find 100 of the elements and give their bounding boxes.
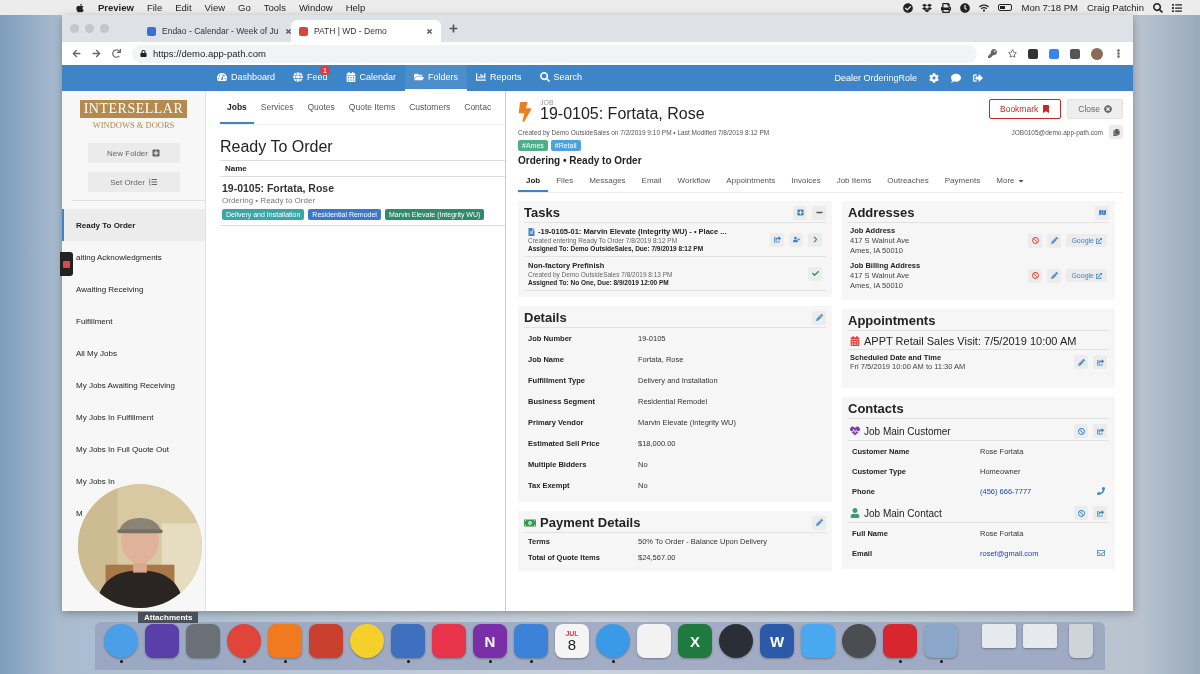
apple-icon[interactable] — [75, 2, 85, 13]
menu-item[interactable]: View — [204, 2, 226, 13]
sidebar-button[interactable]: New Folder — [87, 143, 180, 163]
folder-item[interactable]: My Jobs In Full Quote Out — [76, 444, 169, 454]
battery-icon[interactable] — [998, 4, 1013, 11]
user-name[interactable]: Craig Patchin — [1086, 2, 1144, 13]
address-field[interactable]: https://demo.app-path.com — [132, 44, 977, 63]
tab[interactable]: Jobs — [220, 91, 254, 124]
clock-text[interactable]: Mon 7:18 PM — [1021, 2, 1078, 13]
plus-icon[interactable] — [449, 24, 458, 33]
list-icon[interactable] — [1172, 2, 1182, 13]
app-icon[interactable]: W — [760, 624, 794, 658]
chat-icon[interactable] — [951, 73, 961, 83]
check-icon[interactable] — [903, 2, 914, 13]
tab[interactable]: Customers — [402, 91, 458, 124]
tab[interactable]: Invoices — [783, 171, 829, 192]
tab[interactable]: Workflow — [669, 171, 719, 192]
back-icon[interactable] — [72, 49, 81, 58]
forward-icon[interactable] — [92, 49, 101, 58]
tab[interactable]: Job — [518, 171, 549, 192]
tab[interactable]: Messages — [581, 171, 634, 192]
assign-button[interactable] — [789, 232, 803, 247]
tab[interactable]: Contac — [457, 91, 499, 124]
nav-item[interactable]: Reports — [467, 65, 531, 91]
close-button[interactable]: Close — [1067, 99, 1123, 119]
open-button[interactable] — [1093, 355, 1107, 370]
browser-tab[interactable]: PATH | WD - Demo — [291, 20, 441, 42]
collapse-button[interactable] — [812, 205, 826, 220]
remove-button[interactable] — [1074, 506, 1088, 520]
tab[interactable]: Quote Items — [341, 91, 403, 124]
tab[interactable]: Files — [548, 171, 582, 192]
menu-item[interactable]: Edit — [175, 2, 192, 13]
folder-item[interactable]: All My Jobs — [76, 348, 117, 358]
tab[interactable]: Job Items — [828, 171, 880, 192]
menu-app-name[interactable]: Preview — [98, 2, 134, 13]
nav-item[interactable]: Search — [530, 65, 592, 91]
tab[interactable]: Quotes — [300, 91, 342, 124]
open-button[interactable] — [1093, 424, 1107, 438]
folder-item[interactable]: My Jobs In — [76, 476, 115, 486]
extension-icon[interactable] — [1028, 48, 1038, 59]
remove-button[interactable] — [1028, 268, 1043, 283]
edit-button[interactable] — [1047, 268, 1062, 283]
remove-button[interactable] — [1028, 233, 1043, 248]
phone-icon[interactable] — [1097, 487, 1105, 495]
folder-item[interactable]: My Jobs Awaiting Receiving — [76, 380, 175, 390]
remove-button[interactable] — [1074, 424, 1088, 438]
menu-item[interactable]: Help — [345, 2, 366, 13]
folder-item[interactable]: My Jobs In Fulfillment — [76, 412, 154, 422]
menu-item[interactable]: Tools — [263, 2, 286, 13]
star-icon[interactable] — [1008, 49, 1017, 58]
map-button[interactable] — [1095, 205, 1109, 220]
menu-item[interactable]: Go — [238, 2, 251, 13]
printer-icon[interactable] — [941, 2, 952, 13]
app-icon[interactable]: N — [473, 624, 507, 658]
box-icon[interactable] — [922, 2, 933, 13]
copy-button[interactable] — [1109, 125, 1123, 139]
close-icon[interactable] — [284, 27, 292, 35]
complete-button[interactable] — [808, 266, 822, 281]
bookmark-button[interactable]: Bookmark — [989, 99, 1062, 119]
close-icon[interactable] — [426, 27, 433, 35]
column-header[interactable]: Name — [220, 161, 505, 177]
edit-button[interactable] — [812, 310, 826, 325]
app-icon[interactable] — [719, 624, 753, 658]
folder-item[interactable]: Fulfillment — [76, 316, 113, 326]
clock-icon[interactable] — [960, 2, 971, 13]
open-button[interactable] — [770, 232, 784, 247]
extension-icon[interactable] — [1070, 48, 1080, 59]
settings-icon[interactable] — [929, 73, 939, 83]
logout-icon[interactable] — [973, 73, 983, 83]
menu-icon[interactable] — [1114, 49, 1123, 58]
sidebar-button[interactable]: Set Order — [87, 172, 180, 192]
folder-item[interactable]: Awaiting Receiving — [76, 284, 144, 294]
tab[interactable]: Outreaches — [879, 171, 937, 192]
record-button[interactable] — [60, 252, 73, 276]
folder-item[interactable]: Ready To Order — [76, 220, 136, 230]
menu-item[interactable]: Window — [298, 2, 333, 13]
tab[interactable]: Payments — [936, 171, 989, 192]
appointment-title[interactable]: APPT Retail Sales Visit: 7/5/2019 10:00 AM — [848, 330, 1109, 350]
search-icon[interactable] — [1153, 2, 1163, 13]
next-button[interactable] — [808, 232, 822, 247]
menu-item[interactable]: File — [146, 2, 163, 13]
nav-item[interactable]: Dashboard — [208, 65, 285, 91]
avatar[interactable] — [1091, 47, 1103, 60]
app-icon[interactable] — [842, 624, 876, 658]
window-thumbnail[interactable] — [982, 624, 1016, 648]
add-button[interactable] — [793, 205, 807, 220]
nav-item[interactable]: Calendar — [336, 65, 406, 91]
app-icon[interactable]: X — [678, 624, 712, 658]
tab[interactable]: Appointments — [718, 171, 784, 192]
edit-button[interactable] — [1074, 355, 1088, 370]
more-tab[interactable]: More — [988, 171, 1033, 192]
folder-item[interactable]: aiting Acknowledgments — [76, 252, 162, 262]
tab[interactable]: Email — [633, 171, 670, 192]
window-thumbnail[interactable] — [1023, 624, 1057, 648]
mail-icon[interactable] — [1097, 549, 1105, 557]
browser-tab[interactable]: Endao - Calendar - Week of Ju — [139, 20, 289, 42]
job-title[interactable]: 19-0105: Fortata, Rose — [222, 182, 503, 194]
open-button[interactable] — [1093, 506, 1107, 520]
key-icon[interactable] — [988, 49, 997, 58]
app-icon[interactable] — [145, 624, 179, 658]
